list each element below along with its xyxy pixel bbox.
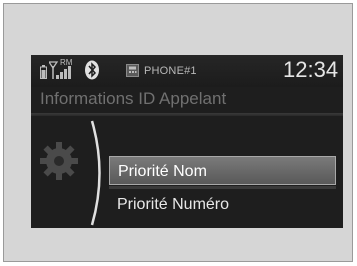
battery-icon [40,65,47,84]
list-separator [109,186,336,189]
infotainment-screen: RM PHONE#1 12:34 Informations ID Appelan… [31,55,343,228]
status-bar: RM PHONE#1 12:34 [31,55,343,87]
option-priorite-nom[interactable]: Priorité Nom [109,156,336,185]
clock: 12:34 [283,57,339,82]
page-title: Informations ID Appelant [40,89,227,108]
selector-arc-icon [89,119,109,228]
display-frame: RM PHONE#1 12:34 Informations ID Appelan… [3,3,353,262]
bluetooth-icon [84,60,100,85]
gear-icon [37,139,81,188]
divider [31,113,343,116]
roaming-label: RM [60,58,73,67]
option-priorite-numero[interactable]: Priorité Numéro [109,190,336,219]
phone-icon [126,64,139,82]
phone-name: PHONE#1 [144,65,197,77]
signal-icon: RM [47,58,79,85]
